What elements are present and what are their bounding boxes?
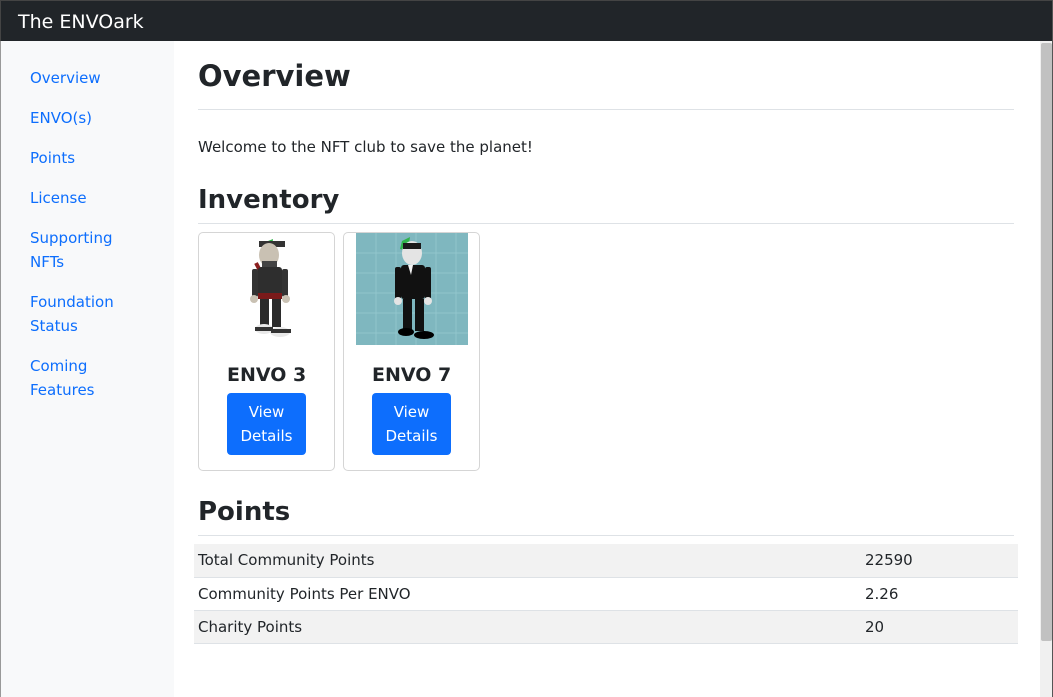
inventory-divider: [198, 223, 1014, 224]
scrollbar-thumb[interactable]: [1041, 43, 1052, 641]
table-row: Charity Points 20: [194, 610, 1018, 644]
sidebar-item-foundation-status[interactable]: Foundation Status: [30, 290, 150, 338]
nav-label-line: Foundation: [30, 293, 114, 311]
points-label-cell: Total Community Points: [194, 544, 861, 578]
nft-card-title: ENVO 7: [372, 364, 452, 386]
view-details-button[interactable]: View Details: [372, 393, 451, 455]
button-label-line: Details: [385, 427, 438, 445]
sidebar-item-overview[interactable]: Overview: [30, 66, 150, 90]
sidebar-item-license[interactable]: License: [30, 186, 150, 210]
nft-card-title: ENVO 3: [227, 364, 307, 386]
table-row: Total Community Points 22590: [194, 544, 1018, 578]
brand-title[interactable]: The ENVOark: [18, 11, 144, 33]
points-table: Total Community Points 22590 Community P…: [194, 544, 1018, 644]
points-value-cell: 2.26: [861, 577, 1018, 611]
envo-7-avatar-image: [356, 233, 468, 345]
nav-label-line: Status: [30, 317, 78, 335]
main-content: Overview Welcome to the NFT club to save…: [174, 41, 1040, 697]
points-heading: Points: [198, 497, 291, 527]
title-divider: [198, 109, 1014, 110]
nav-label-line: Supporting: [30, 229, 113, 247]
points-label-cell: Charity Points: [194, 610, 861, 644]
envo-3-avatar-image: [211, 233, 323, 345]
nft-card: ENVO 3 View Details: [198, 232, 335, 471]
sidebar: Overview ENVO(s) Points License Supporti…: [0, 41, 174, 697]
welcome-text: Welcome to the NFT club to save the plan…: [198, 138, 533, 156]
button-label-line: View: [248, 403, 285, 421]
table-row: Community Points Per ENVO 2.26: [194, 577, 1018, 611]
points-label-cell: Community Points Per ENVO: [194, 577, 861, 611]
page-title: Overview: [198, 59, 351, 93]
top-navbar: The ENVOark: [0, 0, 1053, 41]
sidebar-item-coming-features[interactable]: Coming Features: [30, 354, 150, 402]
points-divider: [198, 535, 1014, 536]
sidebar-item-envos[interactable]: ENVO(s): [30, 106, 150, 130]
nft-card: ENVO 7 View Details: [343, 232, 480, 471]
nav-label-line: Coming: [30, 357, 88, 375]
sidebar-item-supporting-nfts[interactable]: Supporting NFTs: [30, 226, 150, 274]
points-value-cell: 22590: [861, 544, 1018, 578]
view-details-button[interactable]: View Details: [227, 393, 306, 455]
nav-label-line: Features: [30, 381, 95, 399]
sidebar-item-points[interactable]: Points: [30, 146, 150, 170]
button-label-line: View: [393, 403, 430, 421]
button-label-line: Details: [240, 427, 293, 445]
nav-label-line: NFTs: [30, 253, 65, 271]
inventory-heading: Inventory: [198, 185, 340, 215]
points-value-cell: 20: [861, 610, 1018, 644]
